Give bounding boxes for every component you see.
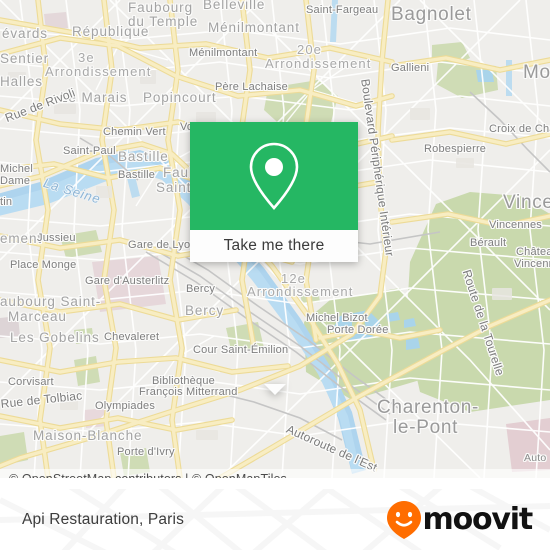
popup-pointer — [264, 384, 286, 395]
take-me-there-button[interactable]: Take me there — [190, 230, 358, 262]
popup-image-panel — [190, 122, 358, 230]
map-attribution[interactable]: © OpenStreetMap contributors | © OpenMap… — [0, 469, 550, 478]
moovit-pin-smiley-icon — [386, 500, 421, 539]
moovit-wordmark: moovit — [422, 502, 534, 537]
location-pin-icon — [249, 142, 299, 210]
place-title-text: Api Restauration, Paris — [22, 510, 184, 528]
place-title: Api Restauration, Paris — [22, 489, 184, 550]
take-me-there-label: Take me there — [223, 237, 325, 254]
footer-bar: Api Restauration, Paris moovit — [0, 489, 550, 550]
moovit-logo[interactable]: moovit — [386, 489, 534, 550]
moovit-map-screenshot: évards Sentier Faubourg du Temple Belleville… — [0, 0, 550, 550]
map-canvas[interactable]: évards Sentier Faubourg du Temple Belleville… — [0, 0, 550, 478]
attribution-text: © OpenStreetMap contributors | © OpenMap… — [9, 472, 287, 478]
map-popup[interactable]: Take me there — [190, 122, 358, 395]
